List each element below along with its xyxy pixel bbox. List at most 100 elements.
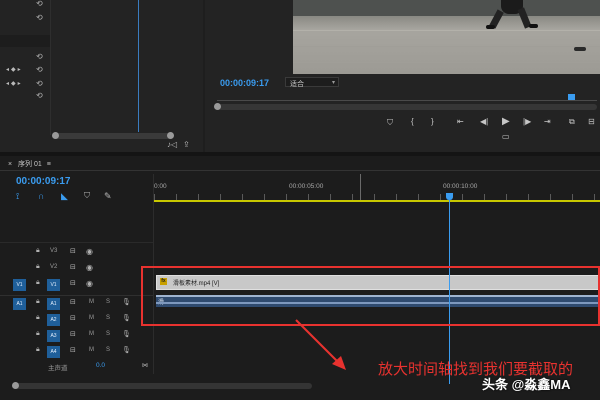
sequence-timecode[interactable]: 00:00:09:17 [16, 176, 70, 187]
go-to-in-icon[interactable]: ⇤ [457, 118, 464, 126]
mute-button[interactable]: M [89, 315, 94, 321]
microphone-icon[interactable]: 🎙︎ [122, 346, 131, 354]
wrench-icon[interactable]: ✎ [104, 191, 112, 202]
track-name-v2[interactable]: V2 [50, 264, 57, 270]
microphone-icon[interactable]: 🎙︎ [122, 298, 131, 306]
reset-icon[interactable]: ⟲ [36, 14, 43, 22]
fit-dropdown[interactable]: 适合 ▾ [285, 77, 339, 88]
track-row-a4[interactable]: 🔒︎ A4 ⊟ M S 🎙︎ [0, 344, 153, 360]
annotation-arrow [295, 319, 346, 370]
lock-icon[interactable]: 🔒︎ [36, 263, 40, 271]
solo-button[interactable]: S [106, 299, 110, 305]
track-row-v1[interactable]: V1 🔒︎ V1 ⊟ ◉ [0, 277, 153, 293]
eye-icon[interactable]: ◉ [86, 247, 93, 256]
master-volume-value[interactable]: 0.0 [96, 362, 105, 369]
track-target-a1[interactable]: A1 [47, 298, 60, 310]
track-target-v1[interactable]: V1 [47, 279, 60, 291]
insert-sequence-nest-icon[interactable]: ⟟ [16, 191, 19, 202]
source-patch-v1[interactable]: V1 [13, 279, 26, 291]
lock-icon[interactable]: 🔒︎ [36, 279, 40, 287]
fit-label: 适合 [290, 81, 304, 88]
close-tab-icon[interactable]: × [8, 161, 12, 168]
sync-lock-icon[interactable]: ⊟ [70, 298, 76, 306]
master-track-row[interactable]: 主声道 0.0 ⋈ [0, 360, 153, 374]
mute-button[interactable]: M [89, 299, 94, 305]
track-row-a1[interactable]: A1 🔒︎ A1 ⊟ M S 🎙︎ [0, 296, 153, 312]
track-target-a4[interactable]: A4 [47, 346, 60, 358]
track-row-a3[interactable]: 🔒︎ A3 ⊟ M S 🎙︎ [0, 328, 153, 344]
mute-button[interactable]: M [89, 331, 94, 337]
keyframe-nav-icon[interactable]: ◂◆▸ [6, 81, 23, 87]
time-ruler[interactable]: 0:00 00:00:05:00 00:00:10:00 [154, 174, 600, 202]
step-back-icon[interactable]: ◀| [480, 118, 488, 126]
microphone-icon[interactable]: 🎙︎ [122, 330, 131, 338]
go-to-out-icon[interactable]: ⇥ [544, 118, 551, 126]
sync-lock-icon[interactable]: ⊟ [70, 247, 76, 255]
scroll-handle-left[interactable] [12, 382, 19, 389]
watermark: 头条 @淼鑫MA [482, 377, 571, 392]
snap-icon[interactable]: ∩ [38, 191, 44, 201]
eye-icon[interactable]: ◉ [86, 263, 93, 272]
sync-lock-icon[interactable]: ⊟ [70, 314, 76, 322]
mute-button[interactable]: M [89, 347, 94, 353]
microphone-icon[interactable]: 🎙︎ [122, 314, 131, 322]
monitor-playhead[interactable] [568, 94, 575, 100]
track-target-a3[interactable]: A3 [47, 330, 60, 342]
export-icon[interactable]: ⇪ [183, 141, 190, 149]
sync-lock-icon[interactable]: ⊟ [70, 279, 76, 287]
eye-icon[interactable]: ◉ [86, 279, 93, 288]
pavement-line [293, 30, 600, 31]
lock-icon[interactable]: 🔒︎ [36, 314, 40, 322]
lock-icon[interactable]: 🔒︎ [36, 298, 40, 306]
linked-selection-icon[interactable]: ◣ [61, 191, 68, 202]
audio-filter-icon[interactable]: ♪◁ [167, 141, 177, 149]
keyframe-nav-icon[interactable]: ◂◆▸ [6, 67, 23, 73]
lock-icon[interactable]: 🔒︎ [36, 330, 40, 338]
reset-icon[interactable]: ⟲ [36, 66, 43, 74]
program-timecode[interactable]: 00:00:09:17 [220, 78, 269, 88]
track-target-a2[interactable]: A2 [47, 314, 60, 326]
track-row-v2[interactable]: 🔒︎ V2 ⊟ ◉ [0, 261, 153, 277]
play-icon[interactable]: ▶ [502, 117, 510, 127]
source-patch-a1[interactable]: A1 [13, 298, 26, 310]
solo-button[interactable]: S [106, 347, 110, 353]
scroll-handle-right[interactable] [167, 132, 174, 139]
sync-lock-icon[interactable]: ⊟ [70, 330, 76, 338]
track-row-v3[interactable]: 🔒︎ V3 ⊟ ◉ [0, 245, 153, 261]
tab-underline [0, 170, 600, 171]
reset-icon[interactable]: ⟲ [36, 0, 43, 8]
work-area-bar[interactable] [154, 200, 600, 202]
mark-in-icon[interactable]: { [411, 118, 414, 126]
solo-button[interactable]: S [106, 331, 110, 337]
track-name-v3[interactable]: V3 [50, 248, 57, 254]
highlight-box [141, 266, 600, 326]
master-track-label: 主声道 [48, 365, 68, 372]
sequence-tab[interactable]: × 序列 01 ≡ [8, 159, 51, 169]
add-marker-icon[interactable]: ⛉ [84, 191, 90, 201]
timeline-scrollbar[interactable] [12, 383, 312, 389]
skater-shoe [486, 25, 495, 29]
monitor-scrollbar[interactable] [215, 104, 597, 110]
go-to-end-icon[interactable]: ⋈ [142, 362, 148, 369]
scroll-handle-left[interactable] [214, 103, 221, 110]
tab-menu-icon[interactable]: ≡ [47, 161, 51, 168]
lock-icon[interactable]: 🔒︎ [36, 346, 40, 354]
export-frame-icon[interactable]: ▭ [502, 133, 510, 141]
reset-icon[interactable]: ⟲ [36, 53, 43, 61]
reset-icon[interactable]: ⟲ [36, 80, 43, 88]
solo-button[interactable]: S [106, 315, 110, 321]
sync-lock-icon[interactable]: ⊟ [70, 263, 76, 271]
mark-out-icon[interactable]: } [431, 118, 434, 126]
track-row-a2[interactable]: 🔒︎ A2 ⊟ M S 🎙︎ [0, 312, 153, 328]
ruler-major-tick [360, 174, 361, 200]
step-forward-icon[interactable]: |▶ [523, 118, 531, 126]
timeline-playhead-head[interactable] [446, 193, 453, 200]
horizontal-scrollbar[interactable] [52, 133, 172, 139]
sync-lock-icon[interactable]: ⊟ [70, 346, 76, 354]
scroll-handle-left[interactable] [52, 132, 59, 139]
lock-icon[interactable]: 🔒︎ [36, 247, 40, 255]
reset-icon[interactable]: ⟲ [36, 92, 43, 100]
extract-icon[interactable]: ⊟ [588, 118, 595, 126]
lift-icon[interactable]: ⧉ [569, 118, 575, 126]
marker-icon[interactable]: ⛉ [387, 119, 393, 127]
